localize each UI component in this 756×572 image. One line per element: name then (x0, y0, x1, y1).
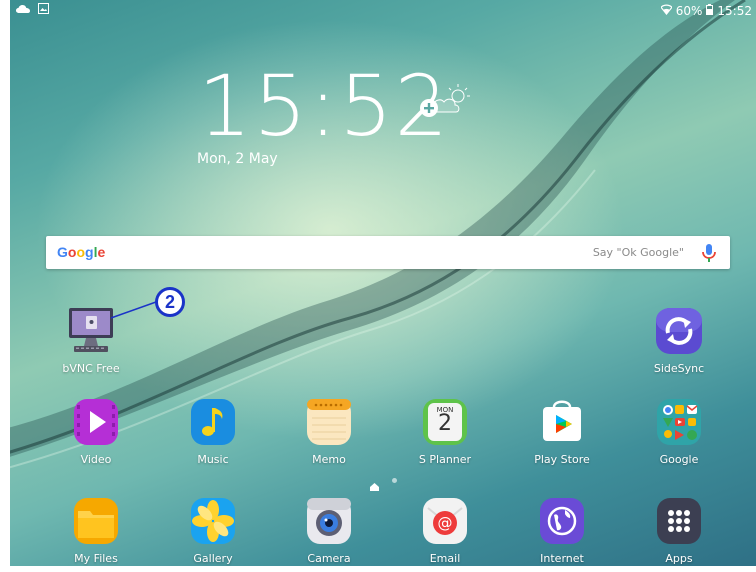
sidesync-icon (654, 306, 704, 356)
google-folder-icon (654, 397, 704, 447)
app-google-folder[interactable]: Google (631, 397, 727, 466)
camera-icon (304, 496, 354, 546)
email-icon: @ (420, 496, 470, 546)
app-s-planner[interactable]: MON 2 S Planner (397, 397, 493, 466)
dock-apps[interactable]: Apps (631, 496, 727, 565)
app-label: Music (197, 453, 229, 466)
app-sidesync[interactable]: SideSync (631, 306, 727, 375)
home-page-icon[interactable] (370, 476, 379, 491)
clock-date[interactable]: Mon, 2 May (197, 151, 278, 167)
calendar-icon: MON 2 (420, 397, 470, 447)
battery-percent: 60% (675, 4, 703, 18)
app-label: Video (80, 453, 112, 466)
app-label: Apps (665, 552, 693, 565)
clock-time[interactable]: 15:52 (198, 64, 450, 148)
memo-icon (304, 397, 354, 447)
svg-text:@: @ (438, 514, 453, 532)
partly-sunny-add-icon[interactable] (416, 82, 478, 122)
dock-my-files[interactable]: My Files (48, 496, 144, 565)
gallery-icon (188, 496, 238, 546)
app-label: S Planner (418, 453, 472, 466)
dock-email[interactable]: @ Email (397, 496, 493, 565)
app-label: Internet (540, 552, 584, 565)
calendar-day-number: 2 (438, 411, 452, 436)
globe-icon (537, 496, 587, 546)
screenshot-frame-left (0, 0, 10, 572)
dock-internet[interactable]: Internet (514, 496, 610, 565)
status-time: 15:52 (717, 4, 752, 18)
app-label: Google (659, 453, 699, 466)
app-label: Camera (307, 552, 351, 565)
page-indicator[interactable] (370, 476, 397, 491)
app-label: Gallery (193, 552, 233, 565)
battery-icon (706, 4, 714, 18)
play-store-icon (537, 397, 587, 447)
dock-gallery[interactable]: Gallery (165, 496, 261, 565)
page-dot[interactable] (392, 477, 397, 483)
annotation-leader-line (110, 301, 157, 319)
dock-camera[interactable]: Camera (281, 496, 377, 565)
app-label: My Files (74, 552, 118, 565)
app-label: Play Store (534, 453, 590, 466)
app-video[interactable]: Video (48, 397, 144, 466)
folder-icon (71, 496, 121, 546)
video-icon (71, 397, 121, 447)
home-screen: 60% 15:52 15:52 Mon, 2 May Google Say "O… (0, 0, 756, 572)
voice-search-hint: Say "Ok Google" (592, 246, 684, 259)
google-search-bar[interactable]: Google Say "Ok Google" (46, 236, 730, 269)
gallery-notification-icon (38, 3, 49, 17)
remote-desktop-icon (66, 306, 116, 356)
cloud-icon (16, 3, 30, 17)
app-memo[interactable]: Memo (281, 397, 377, 466)
google-logo: Google (57, 244, 106, 260)
music-icon (188, 397, 238, 447)
app-label: Memo (312, 453, 346, 466)
app-label: SideSync (653, 362, 705, 375)
app-music[interactable]: Music (165, 397, 261, 466)
wifi-icon (659, 4, 673, 18)
apps-grid-icon (654, 496, 704, 546)
microphone-icon[interactable] (700, 243, 718, 263)
app-label: bVNC Free (62, 362, 120, 375)
app-play-store[interactable]: Play Store (514, 397, 610, 466)
app-label: Email (429, 552, 461, 565)
status-bar: 60% 15:52 (10, 0, 756, 22)
screenshot-frame-bottom (0, 566, 756, 572)
annotation-number-badge: 2 (155, 287, 185, 317)
